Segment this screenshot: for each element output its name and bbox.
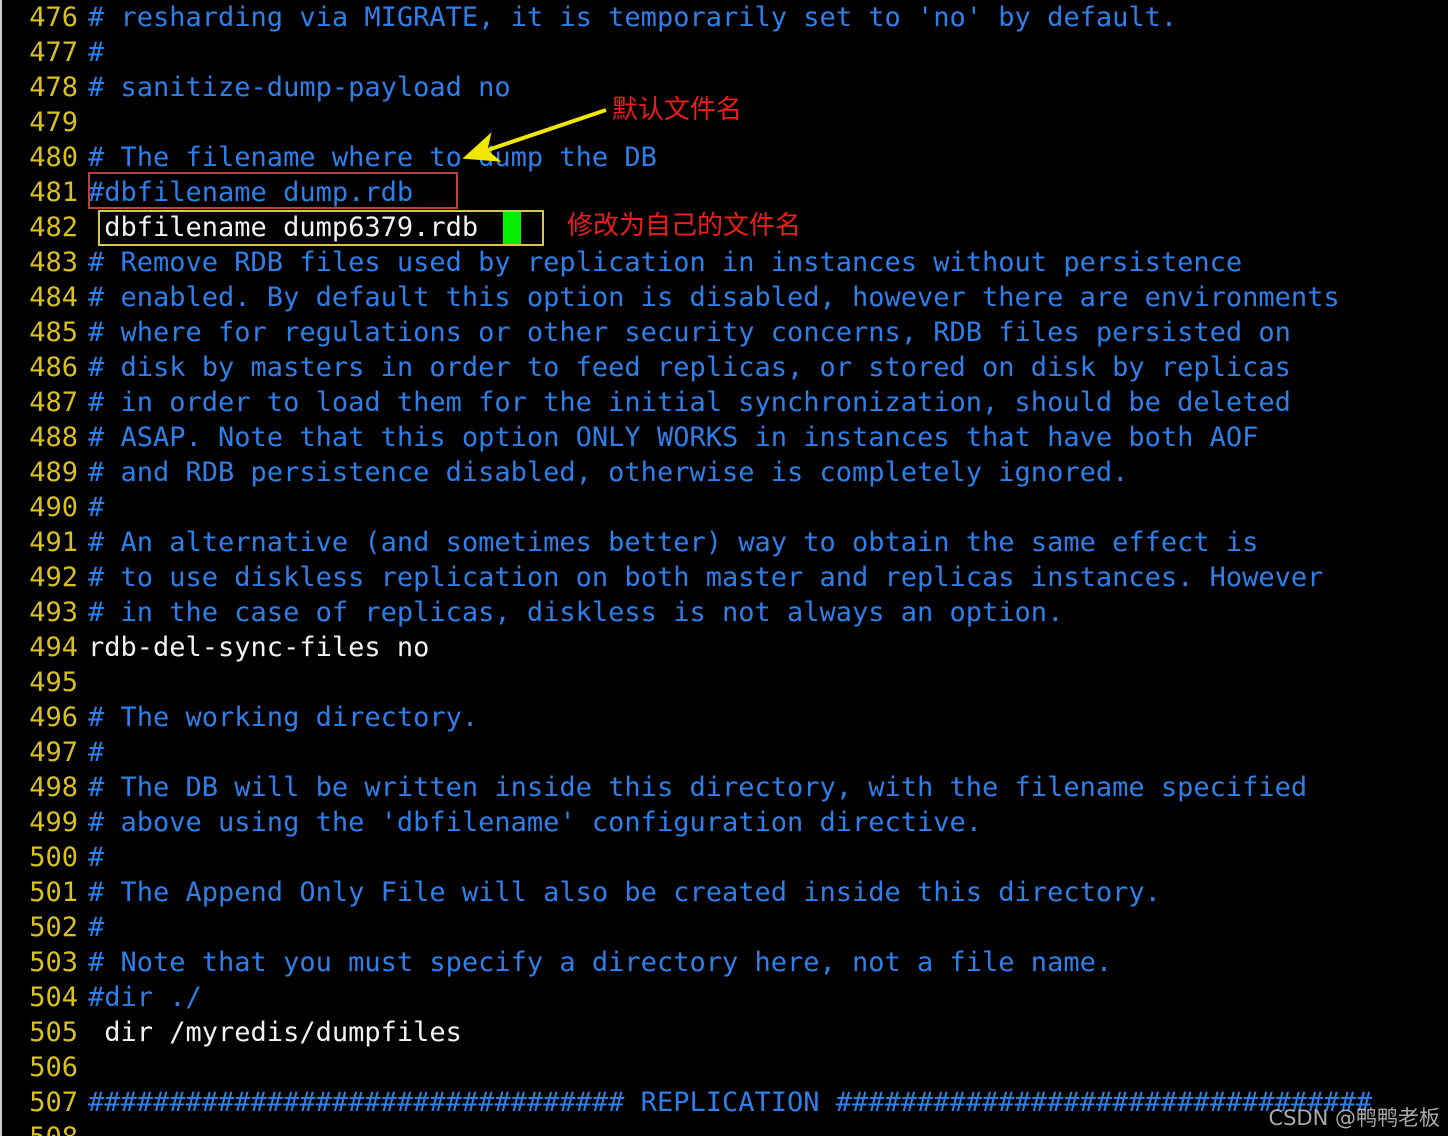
line-text[interactable]: # An alternative (and sometimes better) …	[88, 525, 1258, 560]
line-text[interactable]: #dir ./	[88, 980, 202, 1015]
code-line[interactable]: 502 #	[0, 910, 1448, 945]
line-number: 487	[29, 387, 78, 418]
line-number: 501	[29, 877, 78, 908]
code-line[interactable]: 480 # The filename where to dump the DB	[0, 140, 1448, 175]
line-text[interactable]: #	[88, 490, 104, 525]
line-number: 485	[29, 317, 78, 348]
line-number: 492	[29, 562, 78, 593]
code-line[interactable]: 493 # in the case of replicas, diskless i…	[0, 595, 1448, 630]
line-number: 483	[29, 247, 78, 278]
line-text[interactable]: # resharding via MIGRATE, it is temporar…	[88, 0, 1177, 35]
code-line[interactable]: 507 ################################# REP…	[0, 1085, 1448, 1120]
line-number: 476	[29, 2, 78, 33]
line-text[interactable]: # The Append Only File will also be crea…	[88, 875, 1161, 910]
line-text[interactable]: #	[88, 840, 104, 875]
line-number: 503	[29, 947, 78, 978]
code-line[interactable]: 506	[0, 1050, 1448, 1085]
line-text[interactable]: # The DB will be written inside this dir…	[88, 770, 1307, 805]
code-line[interactable]: 500 #	[0, 840, 1448, 875]
line-text[interactable]: # Remove RDB files used by replication i…	[88, 245, 1242, 280]
line-text[interactable]: #dbfilename dump.rdb	[88, 175, 413, 210]
line-number: 507	[29, 1087, 78, 1118]
code-line[interactable]: 495	[0, 665, 1448, 700]
line-text[interactable]: ################################# REPLIC…	[88, 1085, 1372, 1120]
line-text[interactable]: rdb-del-sync-files no	[88, 630, 429, 665]
line-text[interactable]: # in order to load them for the initial …	[88, 385, 1291, 420]
line-number: 486	[29, 352, 78, 383]
line-text[interactable]: # The working directory.	[88, 700, 478, 735]
line-text[interactable]: #	[88, 735, 104, 770]
code-line[interactable]: 489 # and RDB persistence disabled, other…	[0, 455, 1448, 490]
line-number: 505	[29, 1017, 78, 1048]
csdn-watermark: CSDN @鸭鸭老板	[1268, 1106, 1440, 1130]
line-text[interactable]: # where for regulations or other securit…	[88, 315, 1291, 350]
code-line[interactable]: 508	[0, 1120, 1448, 1136]
code-line[interactable]: 478 # sanitize-dump-payload no	[0, 70, 1448, 105]
line-number: 506	[29, 1052, 78, 1083]
line-number: 478	[29, 72, 78, 103]
line-text[interactable]: # enabled. By default this option is dis…	[88, 280, 1340, 315]
line-text[interactable]: dbfilename dump6379.rdb	[88, 210, 478, 245]
line-text[interactable]: # Note that you must specify a directory…	[88, 945, 1112, 980]
code-line[interactable]: 498 # The DB will be written inside this …	[0, 770, 1448, 805]
line-text[interactable]: dir /myredis/dumpfiles	[88, 1015, 462, 1050]
line-number: 504	[29, 982, 78, 1013]
line-number: 490	[29, 492, 78, 523]
line-number: 502	[29, 912, 78, 943]
line-text[interactable]: # above using the 'dbfilename' configura…	[88, 805, 982, 840]
line-number: 479	[29, 107, 78, 138]
line-number: 481	[29, 177, 78, 208]
line-number: 494	[29, 632, 78, 663]
code-line[interactable]: 491 # An alternative (and sometimes bette…	[0, 525, 1448, 560]
code-line[interactable]: 503 # Note that you must specify a direct…	[0, 945, 1448, 980]
code-line[interactable]: 488 # ASAP. Note that this option ONLY WO…	[0, 420, 1448, 455]
line-text[interactable]: # to use diskless replication on both ma…	[88, 560, 1323, 595]
line-text[interactable]: #	[88, 910, 104, 945]
line-text[interactable]: # sanitize-dump-payload no	[88, 70, 511, 105]
code-line[interactable]: 484 # enabled. By default this option is …	[0, 280, 1448, 315]
line-text[interactable]: #	[88, 35, 104, 70]
line-number: 495	[29, 667, 78, 698]
line-number: 497	[29, 737, 78, 768]
code-line[interactable]: 501 # The Append Only File will also be c…	[0, 875, 1448, 910]
line-text[interactable]: # in the case of replicas, diskless is n…	[88, 595, 1063, 630]
line-number: 508	[8, 1120, 78, 1136]
line-text[interactable]: # ASAP. Note that this option ONLY WORKS…	[88, 420, 1258, 455]
line-number: 488	[29, 422, 78, 453]
line-text[interactable]: # disk by masters in order to feed repli…	[88, 350, 1291, 385]
line-number: 484	[29, 282, 78, 313]
code-line[interactable]: 492 # to use diskless replication on both…	[0, 560, 1448, 595]
code-line[interactable]: 496 # The working directory.	[0, 700, 1448, 735]
line-text[interactable]: # The filename where to dump the DB	[88, 140, 657, 175]
code-line[interactable]: 485 # where for regulations or other secu…	[0, 315, 1448, 350]
line-number: 489	[29, 457, 78, 488]
code-line[interactable]: 483 # Remove RDB files used by replicatio…	[0, 245, 1448, 280]
line-text[interactable]: # and RDB persistence disabled, otherwis…	[88, 455, 1128, 490]
code-line[interactable]: 486 # disk by masters in order to feed re…	[0, 350, 1448, 385]
line-number: 500	[29, 842, 78, 873]
line-number: 496	[29, 702, 78, 733]
code-line[interactable]: 481 #dbfilename dump.rdb	[0, 175, 1448, 210]
code-lines-container[interactable]: 476 # resharding via MIGRATE, it is tempo…	[0, 0, 1448, 1136]
code-line[interactable]: 477 #	[0, 35, 1448, 70]
line-number: 477	[29, 37, 78, 68]
code-line[interactable]: 494 rdb-del-sync-files no	[0, 630, 1448, 665]
text-editor-window[interactable]: 476 # resharding via MIGRATE, it is tempo…	[0, 0, 1448, 1136]
code-line[interactable]: 504 #dir ./	[0, 980, 1448, 1015]
line-number: 493	[29, 597, 78, 628]
line-number: 499	[29, 807, 78, 838]
code-line[interactable]: 487 # in order to load them for the initi…	[0, 385, 1448, 420]
code-line[interactable]: 505 dir /myredis/dumpfiles	[0, 1015, 1448, 1050]
code-line[interactable]: 476 # resharding via MIGRATE, it is tempo…	[0, 0, 1448, 35]
code-line[interactable]: 499 # above using the 'dbfilename' config…	[0, 805, 1448, 840]
line-number: 491	[29, 527, 78, 558]
line-number: 482	[29, 212, 78, 243]
code-line[interactable]: 490 #	[0, 490, 1448, 525]
code-line[interactable]: 482 dbfilename dump6379.rdb	[0, 210, 1448, 245]
line-number: 498	[29, 772, 78, 803]
line-number: 480	[29, 142, 78, 173]
code-line[interactable]: 479	[0, 105, 1448, 140]
code-line[interactable]: 497 #	[0, 735, 1448, 770]
